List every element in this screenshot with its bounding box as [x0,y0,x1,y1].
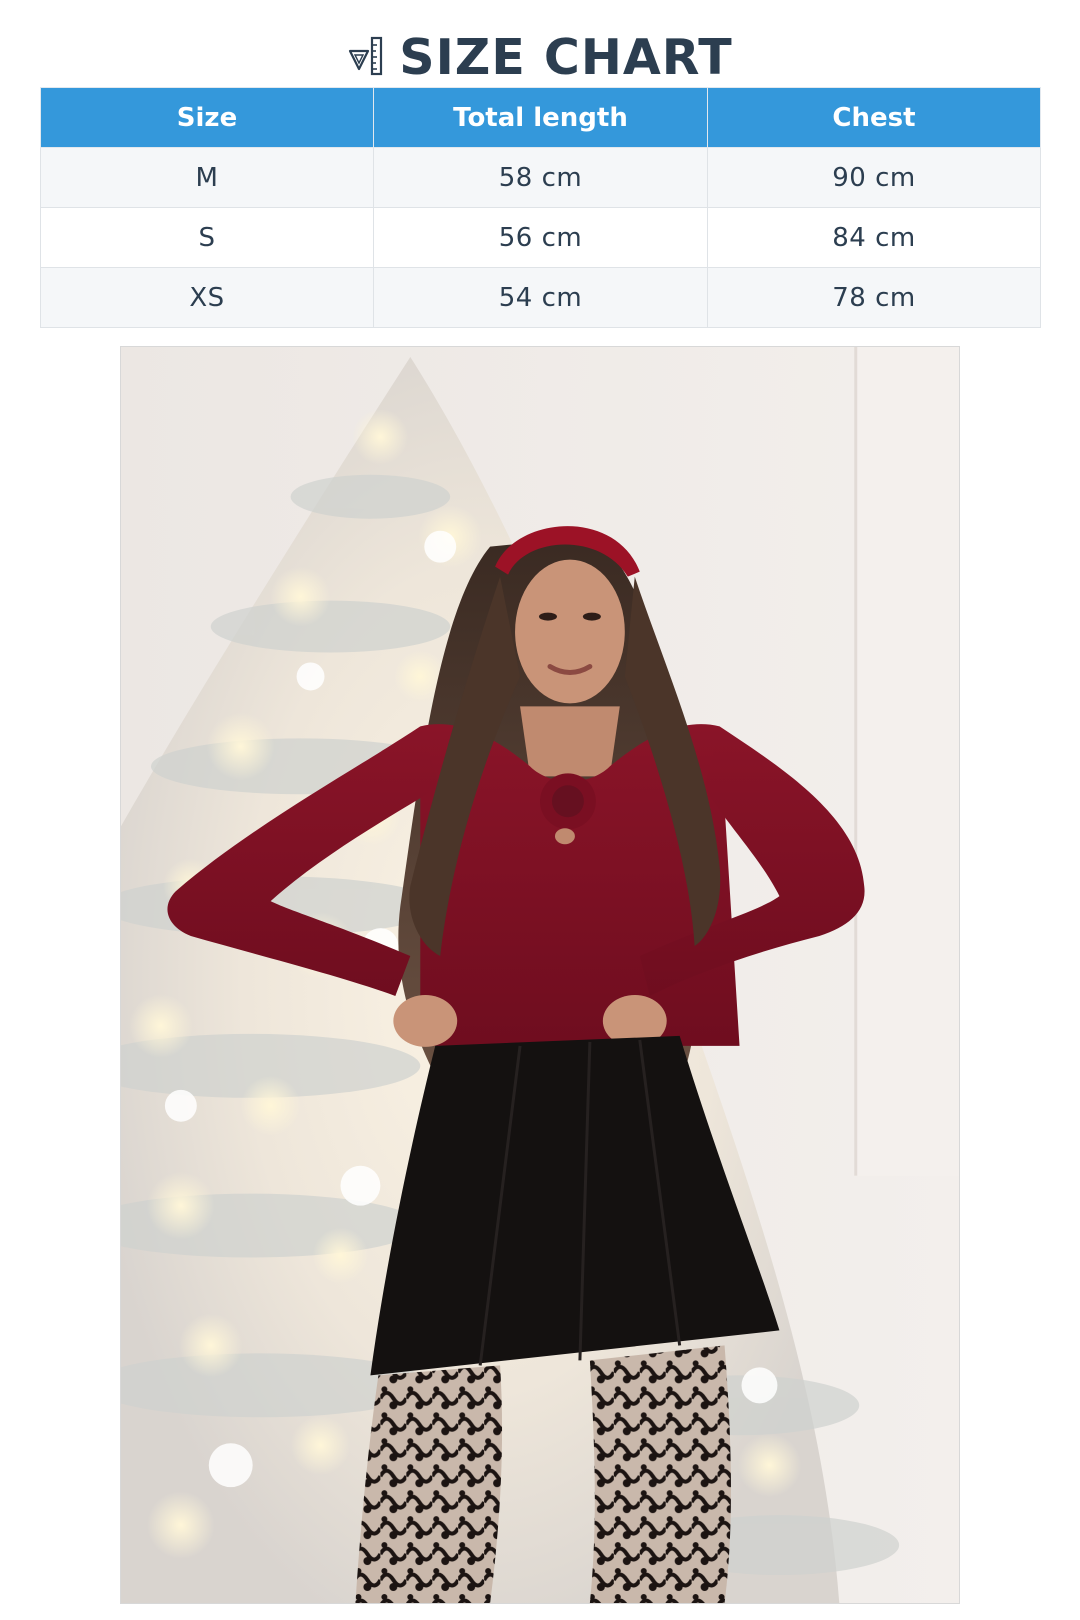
cell-chest: 78 cm [707,267,1041,328]
size-table: Size Total length Chest M 58 cm 90 cm S … [40,87,1041,328]
table-header-row: Size Total length Chest [40,87,1041,148]
column-header-total-length: Total length [373,87,708,148]
table-row: M 58 cm 90 cm [40,147,1041,208]
cell-total-length: 54 cm [373,267,708,328]
cell-total-length: 58 cm [373,147,708,208]
cell-chest: 84 cm [707,207,1041,268]
table-row: S 56 cm 84 cm [40,207,1041,268]
product-photo [120,346,960,1604]
cell-size: S [40,207,374,268]
table-row: XS 54 cm 78 cm [40,267,1041,328]
page-title: SIZE CHART [399,28,733,86]
column-header-size: Size [40,87,374,148]
column-header-chest: Chest [707,87,1041,148]
ruler-triangle-icon [347,35,387,79]
size-chart-heading: SIZE CHART [0,26,1080,88]
cell-size: XS [40,267,374,328]
cell-chest: 90 cm [707,147,1041,208]
cell-size: M [40,147,374,208]
cell-total-length: 56 cm [373,207,708,268]
